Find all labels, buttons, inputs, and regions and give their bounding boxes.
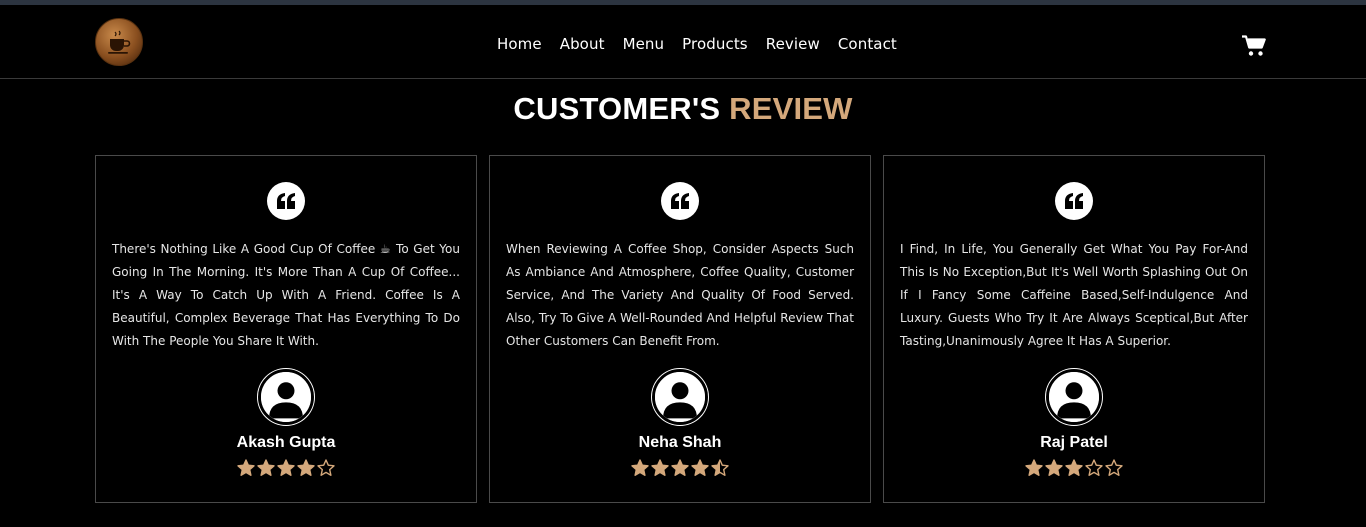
nav-review[interactable]: Review [766,34,820,54]
review-text: I Find, In Life, You Generally Get What … [900,242,1248,348]
star-full-icon [691,459,709,476]
star-rating [884,459,1264,477]
star-full-icon [257,459,275,476]
star-full-icon [1045,459,1063,476]
star-rating [490,459,870,477]
nav-contact[interactable]: Contact [838,34,897,54]
review-card: When Reviewing A Coffee Shop, Consider A… [489,155,871,503]
star-empty-icon [1105,459,1123,476]
reviewer-name: Akash Gupta [236,434,336,451]
site-header: Home About Menu Products Review Contact [0,5,1366,79]
heading-part1: CUSTOMER'S [513,91,721,126]
nav-about[interactable]: About [560,34,605,54]
star-empty-icon [1085,459,1103,476]
review-card: I Find, In Life, You Generally Get What … [883,155,1265,503]
star-full-icon [237,459,255,476]
star-full-icon [651,459,669,476]
star-full-icon [277,459,295,476]
user-avatar-icon [652,369,708,425]
star-full-icon [297,459,315,476]
review-card: There's Nothing Like A Good Cup Of Coffe… [95,155,477,503]
nav-products[interactable]: Products [682,34,748,54]
main-nav: Home About Menu Products Review Contact [497,34,897,54]
reviewer-name: Raj Patel [1040,434,1108,451]
user-avatar-icon [1046,369,1102,425]
quote-icon [267,182,305,220]
star-full-icon [631,459,649,476]
review-text: There's Nothing Like A Good Cup Of Coffe… [112,242,460,348]
coffee-cup-icon [108,30,131,54]
user-avatar-icon [258,369,314,425]
cart-icon[interactable] [1242,35,1266,57]
star-empty-icon [317,459,335,476]
review-text: When Reviewing A Coffee Shop, Consider A… [506,242,854,348]
star-half-icon [711,459,729,476]
star-full-icon [1025,459,1043,476]
quote-icon [661,182,699,220]
heading-accent: REVIEW [729,91,853,126]
nav-menu[interactable]: Menu [623,34,665,54]
reviewer-name: Neha Shah [638,434,722,451]
section-heading: CUSTOMER'S REVIEW [0,91,1366,127]
review-cards: There's Nothing Like A Good Cup Of Coffe… [95,155,1265,503]
quote-icon [1055,182,1093,220]
star-full-icon [1065,459,1083,476]
nav-home[interactable]: Home [497,34,542,54]
star-rating [96,459,476,477]
coffee-logo[interactable] [95,18,143,66]
star-full-icon [671,459,689,476]
